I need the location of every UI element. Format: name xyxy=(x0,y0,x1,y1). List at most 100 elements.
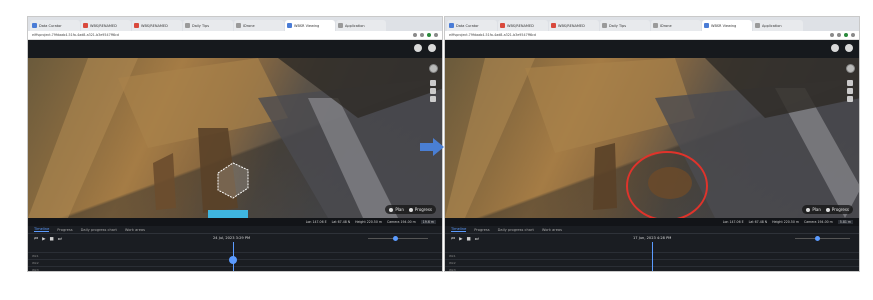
browser-tab-active[interactable]: WBSR Viewing xyxy=(702,20,752,31)
camera-readout: Camera 194.00 m xyxy=(386,220,416,224)
user-avatar-icon[interactable] xyxy=(428,44,436,52)
tab-label: Daily Tips xyxy=(192,23,210,28)
browser-tab-active[interactable]: WBSR Viewing xyxy=(285,20,335,31)
tab-label: IDrone xyxy=(243,23,255,28)
plan-progress-toggle[interactable]: Plan Progress xyxy=(385,205,436,214)
tab-timeline[interactable]: Timeline xyxy=(34,227,50,232)
tab-favicon-icon xyxy=(500,23,505,28)
tab-label: Data Curator xyxy=(39,23,62,28)
tab-label: Application xyxy=(345,23,365,28)
tab-favicon-icon xyxy=(449,23,454,28)
longitude-readout: Lon 147.06 E xyxy=(305,220,327,224)
row-label: Wk2 xyxy=(449,260,456,265)
compass-icon[interactable] xyxy=(429,64,438,73)
tab-work-areas[interactable]: Work areas xyxy=(125,228,145,232)
menu-icon[interactable] xyxy=(851,33,855,37)
address-bar[interactable]: eiffvproject.79fdaab4-51fa-4ad8-a321-b3e… xyxy=(445,31,859,40)
extension-icon[interactable] xyxy=(420,33,424,37)
layers-icon[interactable] xyxy=(847,96,853,102)
plan-progress-toggle[interactable]: Plan Progress xyxy=(802,205,853,214)
layers-icon[interactable] xyxy=(430,96,436,102)
url-text: eiffvproject.79fdaab4-51fa-4ad8-a321-b3e… xyxy=(449,33,536,37)
time-slider-handle[interactable] xyxy=(393,236,398,241)
3d-viewport[interactable]: Plan Progress xyxy=(28,58,442,218)
skip-forward-icon[interactable]: ⏭ xyxy=(475,236,479,242)
menu-icon[interactable] xyxy=(434,33,438,37)
zoom-in-icon[interactable] xyxy=(847,80,853,86)
help-icon[interactable] xyxy=(831,44,839,52)
skip-back-icon[interactable]: ⏮ xyxy=(34,236,38,242)
browser-tab[interactable]: WBS/RENAMED xyxy=(132,20,182,31)
tab-favicon-icon xyxy=(551,23,556,28)
progress-option[interactable]: Progress xyxy=(825,207,849,212)
radio-icon xyxy=(389,207,394,212)
tab-timeline[interactable]: Timeline xyxy=(451,227,467,232)
browser-tab[interactable]: Data Curator xyxy=(447,20,497,31)
zoom-out-icon[interactable] xyxy=(430,88,436,94)
time-slider-handle[interactable] xyxy=(815,236,820,241)
tab-progress[interactable]: Progress xyxy=(57,228,72,232)
tab-progress[interactable]: Progress xyxy=(474,228,489,232)
user-avatar-icon[interactable] xyxy=(845,44,853,52)
tab-label: IDrone xyxy=(660,23,672,28)
tab-label: Daily Tips xyxy=(609,23,627,28)
comparison-figure: Data Curator WBS/RENAMED WBS/RENAMED Dai… xyxy=(0,0,873,300)
timeline-marker-icon[interactable] xyxy=(229,256,237,264)
current-date: 24 Jul, 2023 3:29 PM xyxy=(213,236,251,240)
tab-favicon-icon xyxy=(755,23,760,28)
extension-icon[interactable] xyxy=(413,33,417,37)
stop-icon[interactable]: ■ xyxy=(467,237,471,242)
site-scene xyxy=(28,58,442,218)
row-label: Wk2 xyxy=(32,260,39,265)
tab-favicon-icon xyxy=(287,23,292,28)
tab-label: Data Curator xyxy=(456,23,479,28)
browser-tab[interactable]: IDrone xyxy=(651,20,701,31)
profile-icon[interactable] xyxy=(844,33,848,37)
tab-favicon-icon xyxy=(134,23,139,28)
tab-label: WBS/RENAMED xyxy=(90,23,117,28)
timeline-playhead[interactable] xyxy=(652,242,653,271)
extension-icon[interactable] xyxy=(837,33,841,37)
tab-favicon-icon xyxy=(236,23,241,28)
plan-option[interactable]: Plan xyxy=(806,207,821,212)
stop-icon[interactable]: ■ xyxy=(50,237,54,242)
skip-forward-icon[interactable]: ⏭ xyxy=(58,236,62,242)
plan-option[interactable]: Plan xyxy=(389,207,404,212)
zoom-in-icon[interactable] xyxy=(430,80,436,86)
tab-work-areas[interactable]: Work areas xyxy=(542,228,562,232)
current-date: 17 Jun, 2023 4:28 PM xyxy=(633,236,672,240)
browser-tab[interactable]: WBS/RENAMED xyxy=(81,20,131,31)
tab-label: WBS/RENAMED xyxy=(141,23,168,28)
browser-tab[interactable]: Data Curator xyxy=(30,20,80,31)
browser-tab[interactable]: WBS/RENAMED xyxy=(498,20,548,31)
browser-tab-bar: Data Curator WBS/RENAMED WBS/RENAMED Dai… xyxy=(445,17,859,31)
tab-daily-progress-chart[interactable]: Daily progress chart xyxy=(498,228,534,232)
browser-tab[interactable]: Daily Tips xyxy=(183,20,233,31)
tab-favicon-icon xyxy=(338,23,343,28)
skip-back-icon[interactable]: ⏮ xyxy=(451,236,455,242)
extension-icon[interactable] xyxy=(830,33,834,37)
browser-tab[interactable]: Application xyxy=(336,20,386,31)
profile-icon[interactable] xyxy=(427,33,431,37)
browser-tab[interactable]: Application xyxy=(753,20,803,31)
address-bar[interactable]: eiffvproject.79fdaab4-51fa-4ad8-a321-b3e… xyxy=(28,31,442,40)
app-header xyxy=(28,40,442,58)
zoom-out-icon[interactable] xyxy=(847,88,853,94)
compass-icon[interactable] xyxy=(846,64,855,73)
height-readout: Height 220.50 m xyxy=(772,220,799,224)
browser-tab[interactable]: Daily Tips xyxy=(600,20,650,31)
tab-label: WBS/RENAMED xyxy=(558,23,585,28)
browser-tab[interactable]: WBS/RENAMED xyxy=(549,20,599,31)
tab-label: WBSR Viewing xyxy=(711,23,737,28)
timeline-panel: Timeline Progress Daily progress chart W… xyxy=(445,226,859,271)
panel-tabs: Timeline Progress Daily progress chart W… xyxy=(28,226,442,234)
3d-viewport[interactable]: Plan Progress xyxy=(445,58,859,218)
play-icon[interactable]: ▶ xyxy=(42,237,45,242)
browser-tab[interactable]: IDrone xyxy=(234,20,284,31)
time-slider-track[interactable] xyxy=(368,238,428,239)
time-slider-track[interactable] xyxy=(795,238,850,239)
tab-daily-progress-chart[interactable]: Daily progress chart xyxy=(81,228,117,232)
progress-option[interactable]: Progress xyxy=(408,207,432,212)
help-icon[interactable] xyxy=(414,44,422,52)
play-icon[interactable]: ▶ xyxy=(459,237,462,242)
